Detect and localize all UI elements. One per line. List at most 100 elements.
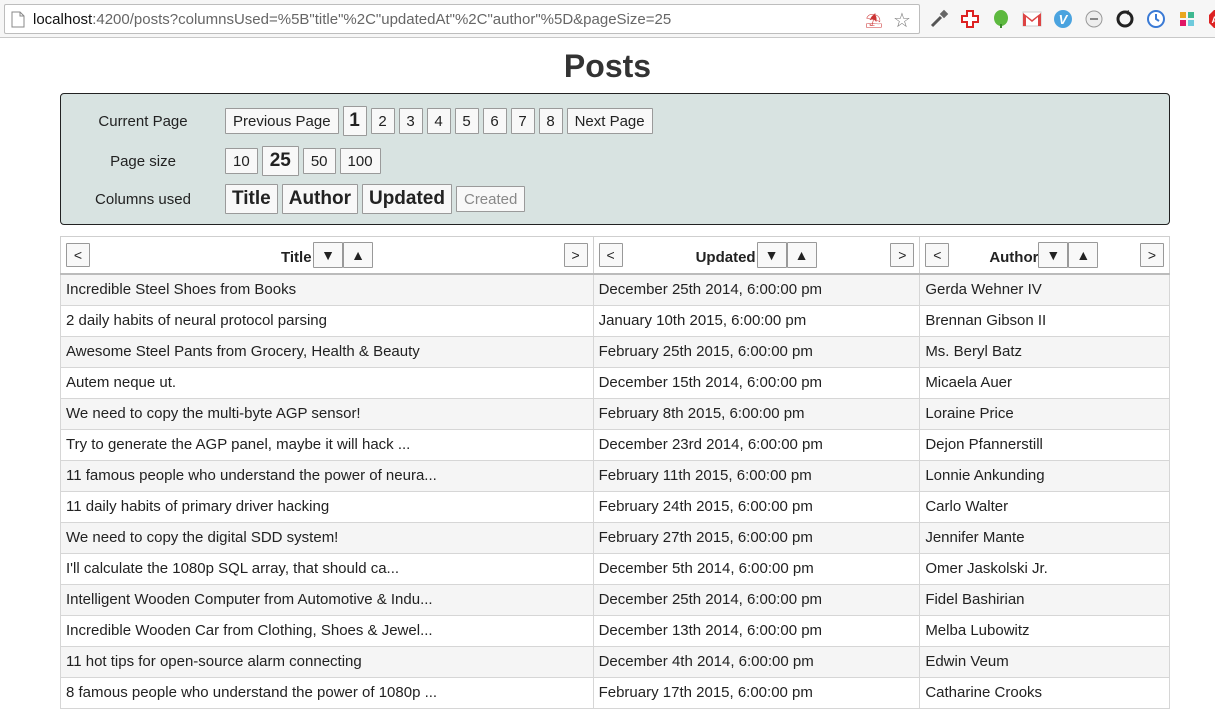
previous-page-button[interactable]: Previous Page — [225, 108, 339, 134]
table-row[interactable]: 2 daily habits of neural protocol parsin… — [61, 305, 1170, 336]
cell-title: 11 daily habits of primary driver hackin… — [61, 491, 594, 522]
move-right-button[interactable]: > — [564, 243, 588, 267]
table-row[interactable]: Autem neque ut.December 15th 2014, 6:00:… — [61, 367, 1170, 398]
cell-author: Catharine Crooks — [920, 677, 1170, 708]
page-size-label: Page size — [61, 153, 225, 170]
table-row[interactable]: We need to copy the digital SDD system!F… — [61, 522, 1170, 553]
cell-updated: December 5th 2014, 6:00:00 pm — [593, 553, 920, 584]
cell-author: Micaela Auer — [920, 367, 1170, 398]
column-header-updated: < Updated ▼ ▲ > — [593, 237, 920, 275]
clock-icon[interactable] — [1145, 8, 1167, 30]
page-button-6[interactable]: 6 — [483, 108, 507, 134]
column-toggle-updated[interactable]: Updated — [362, 184, 452, 214]
sort-desc-button[interactable]: ▼ — [1038, 242, 1068, 268]
pagination-controls: Current Page Previous Page 1 2 3 4 5 6 7… — [60, 93, 1170, 225]
svg-text:V: V — [1059, 12, 1069, 27]
page-button-2[interactable]: 2 — [371, 108, 395, 134]
column-header-author: < Author ▼ ▲ > — [920, 237, 1170, 275]
cell-title: 11 famous people who understand the powe… — [61, 460, 594, 491]
page-button-7[interactable]: 7 — [511, 108, 535, 134]
move-left-button[interactable]: < — [599, 243, 623, 267]
slack-icon[interactable] — [1176, 8, 1198, 30]
move-left-button[interactable]: < — [66, 243, 90, 267]
minus-circle-icon[interactable] — [1083, 8, 1105, 30]
cell-title: Incredible Steel Shoes from Books — [61, 274, 594, 305]
current-page-label: Current Page — [61, 113, 225, 130]
current-page-row: Current Page Previous Page 1 2 3 4 5 6 7… — [61, 106, 657, 136]
sort-desc-button[interactable]: ▼ — [313, 242, 343, 268]
move-left-button[interactable]: < — [925, 243, 949, 267]
table-row[interactable]: Incredible Steel Shoes from BooksDecembe… — [61, 274, 1170, 305]
table-row[interactable]: 11 famous people who understand the powe… — [61, 460, 1170, 491]
column-toggle-created[interactable]: Created — [456, 186, 525, 212]
table-row[interactable]: 11 daily habits of primary driver hackin… — [61, 491, 1170, 522]
sync-icon[interactable] — [1114, 8, 1136, 30]
column-title-label: Title — [281, 249, 312, 266]
cell-updated: December 13th 2014, 6:00:00 pm — [593, 615, 920, 646]
vimeo-icon[interactable]: V — [1052, 8, 1074, 30]
table-row[interactable]: 11 hot tips for open-source alarm connec… — [61, 646, 1170, 677]
cell-updated: December 25th 2014, 6:00:00 pm — [593, 584, 920, 615]
table-row[interactable]: Awesome Steel Pants from Grocery, Health… — [61, 336, 1170, 367]
page-button-3[interactable]: 3 — [399, 108, 423, 134]
cell-updated: February 24th 2015, 6:00:00 pm — [593, 491, 920, 522]
cell-title: Try to generate the AGP panel, maybe it … — [61, 429, 594, 460]
cell-author: Ms. Beryl Batz — [920, 336, 1170, 367]
page-size-25-button[interactable]: 25 — [262, 146, 299, 176]
move-right-button[interactable]: > — [1140, 243, 1164, 267]
sort-asc-button[interactable]: ▲ — [1068, 242, 1098, 268]
page-title: Posts — [0, 48, 1215, 85]
next-page-button[interactable]: Next Page — [567, 108, 653, 134]
page-button-1[interactable]: 1 — [343, 106, 367, 136]
cell-author: Fidel Bashirian — [920, 584, 1170, 615]
cell-author: Gerda Wehner IV — [920, 274, 1170, 305]
table-row[interactable]: I'll calculate the 1080p SQL array, that… — [61, 553, 1170, 584]
table-row[interactable]: Try to generate the AGP panel, maybe it … — [61, 429, 1170, 460]
cell-author: Loraine Price — [920, 398, 1170, 429]
cell-title: I'll calculate the 1080p SQL array, that… — [61, 553, 594, 584]
table-row[interactable]: Intelligent Wooden Computer from Automot… — [61, 584, 1170, 615]
gmail-icon[interactable] — [1021, 8, 1043, 30]
table-header-row: < Title ▼ ▲ > < Updated ▼ ▲ — [61, 237, 1170, 275]
cell-title: 8 famous people who understand the power… — [61, 677, 594, 708]
cell-updated: December 4th 2014, 6:00:00 pm — [593, 646, 920, 677]
cell-author: Edwin Veum — [920, 646, 1170, 677]
evernote-icon[interactable] — [990, 8, 1012, 30]
cell-updated: February 25th 2015, 6:00:00 pm — [593, 336, 920, 367]
column-toggle-author[interactable]: Author — [282, 184, 358, 214]
cell-author: Dejon Pfannerstill — [920, 429, 1170, 460]
cell-title: We need to copy the multi-byte AGP senso… — [61, 398, 594, 429]
cell-updated: February 17th 2015, 6:00:00 pm — [593, 677, 920, 708]
sort-asc-button[interactable]: ▲ — [343, 242, 373, 268]
address-bar[interactable]: localhost:4200/posts?columnsUsed=%5B"tit… — [4, 4, 920, 34]
url-text: localhost:4200/posts?columnsUsed=%5B"tit… — [33, 11, 671, 28]
table-row[interactable]: Incredible Wooden Car from Clothing, Sho… — [61, 615, 1170, 646]
adblock-icon[interactable]: AB — [1207, 8, 1215, 30]
cell-updated: December 23rd 2014, 6:00:00 pm — [593, 429, 920, 460]
cell-title: We need to copy the digital SDD system! — [61, 522, 594, 553]
star-icon[interactable]: ☆ — [891, 9, 913, 31]
eyedropper-icon[interactable] — [928, 8, 950, 30]
column-toggle-title[interactable]: Title — [225, 184, 278, 214]
table-row[interactable]: 8 famous people who understand the power… — [61, 677, 1170, 708]
move-right-button[interactable]: > — [890, 243, 914, 267]
sort-desc-button[interactable]: ▼ — [757, 242, 787, 268]
cell-title: 11 hot tips for open-source alarm connec… — [61, 646, 594, 677]
table-row[interactable]: We need to copy the multi-byte AGP senso… — [61, 398, 1170, 429]
sort-asc-button[interactable]: ▲ — [787, 242, 817, 268]
cell-author: Brennan Gibson II — [920, 305, 1170, 336]
page-size-50-button[interactable]: 50 — [303, 148, 336, 174]
island-icon[interactable]: ⛱ — [863, 9, 885, 31]
page-button-8[interactable]: 8 — [539, 108, 563, 134]
page-button-4[interactable]: 4 — [427, 108, 451, 134]
page-size-100-button[interactable]: 100 — [340, 148, 381, 174]
columns-used-label: Columns used — [61, 191, 225, 208]
cell-title: 2 daily habits of neural protocol parsin… — [61, 305, 594, 336]
column-header-title: < Title ▼ ▲ > — [61, 237, 594, 275]
page-size-10-button[interactable]: 10 — [225, 148, 258, 174]
page-button-5[interactable]: 5 — [455, 108, 479, 134]
cell-updated: February 8th 2015, 6:00:00 pm — [593, 398, 920, 429]
cell-author: Lonnie Ankunding — [920, 460, 1170, 491]
cell-updated: December 25th 2014, 6:00:00 pm — [593, 274, 920, 305]
red-cross-icon[interactable] — [959, 8, 981, 30]
